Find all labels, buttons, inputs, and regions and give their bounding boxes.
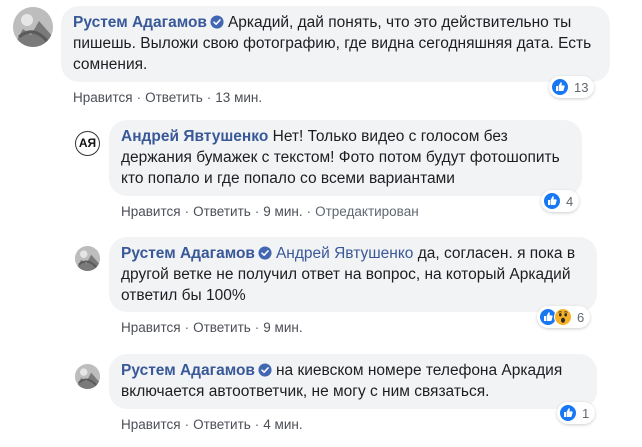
avatar[interactable]	[75, 246, 100, 271]
like-link[interactable]: Нравится	[73, 90, 133, 105]
like-link[interactable]: Нравится	[121, 320, 181, 335]
reaction-count: 13	[574, 79, 589, 95]
separator: ·	[206, 90, 212, 105]
separator: ·	[306, 204, 312, 219]
reaction-count: 1	[582, 405, 590, 421]
comment-author[interactable]: Андрей Явтушенко	[121, 128, 268, 145]
wow-reaction-icon	[554, 308, 572, 326]
like-link[interactable]: Нравится	[121, 204, 181, 219]
reply-link[interactable]: Ответить	[193, 417, 251, 432]
profile-photo-icon	[13, 7, 53, 47]
avatar-initials: АЯ	[78, 136, 97, 150]
comment-bubble: Рустем Адагамов Аркадий, дай понять, что …	[61, 6, 610, 82]
comment-timestamp[interactable]: 4 мин.	[263, 417, 302, 432]
separator: ·	[254, 417, 260, 432]
comment-author[interactable]: Рустем Адагамов	[73, 14, 207, 31]
like-reaction-icon	[543, 192, 561, 210]
comment-actions: Нравится · Ответить · 13 мин.	[73, 90, 262, 105]
separator: ·	[136, 90, 142, 105]
profile-photo-icon	[75, 246, 100, 271]
verified-badge-icon	[258, 246, 272, 260]
reply-link[interactable]: Ответить	[145, 90, 203, 105]
comment-actions: Нравится · Ответить · 9 мин. · Отредактирован	[121, 204, 419, 219]
like-reaction-icon	[551, 78, 569, 96]
profile-photo-icon	[75, 364, 100, 389]
comment-timestamp[interactable]: 9 мин.	[263, 320, 302, 335]
separator: ·	[254, 204, 260, 219]
comment-timestamp[interactable]: 13 мин.	[215, 90, 262, 105]
reply-link[interactable]: Ответить	[193, 320, 251, 335]
comment-bubble: Рустем Адагамов на киевском номере телефо…	[109, 354, 597, 409]
reactions-badge[interactable]: 1	[557, 402, 596, 424]
edited-label[interactable]: Отредактирован	[315, 204, 419, 219]
like-reaction-icon	[559, 404, 577, 422]
comment-actions: Нравится · Ответить · 9 мин.	[121, 320, 303, 335]
avatar[interactable]	[13, 7, 53, 47]
avatar[interactable]	[75, 364, 100, 389]
comment-author[interactable]: Рустем Адагамов	[121, 245, 255, 262]
reaction-count: 4	[566, 193, 574, 209]
verified-badge-icon	[210, 15, 224, 29]
reply-link[interactable]: Ответить	[193, 204, 251, 219]
comment-actions: Нравится · Ответить · 4 мин.	[121, 417, 303, 432]
comment-bubble: Андрей Явтушенко Нет! Только видео с гол…	[109, 120, 582, 196]
verified-badge-icon	[258, 363, 272, 377]
separator: ·	[254, 320, 260, 335]
reactions-badge[interactable]: 4	[541, 190, 580, 212]
mention-link[interactable]: Андрей Явтушенко	[276, 245, 413, 262]
comment-bubble: Рустем Адагамов Андрей Явтушенко да, согл…	[109, 237, 597, 312]
comment-timestamp[interactable]: 9 мин.	[263, 204, 302, 219]
separator: ·	[184, 204, 190, 219]
reactions-badge[interactable]: 13	[549, 76, 595, 98]
separator: ·	[184, 320, 190, 335]
separator: ·	[184, 417, 190, 432]
reaction-count: 6	[577, 309, 585, 325]
comment-author[interactable]: Рустем Адагамов	[121, 362, 255, 379]
reactions-badge[interactable]: 6	[537, 306, 591, 328]
like-link[interactable]: Нравится	[121, 417, 181, 432]
avatar[interactable]: АЯ	[75, 131, 100, 156]
